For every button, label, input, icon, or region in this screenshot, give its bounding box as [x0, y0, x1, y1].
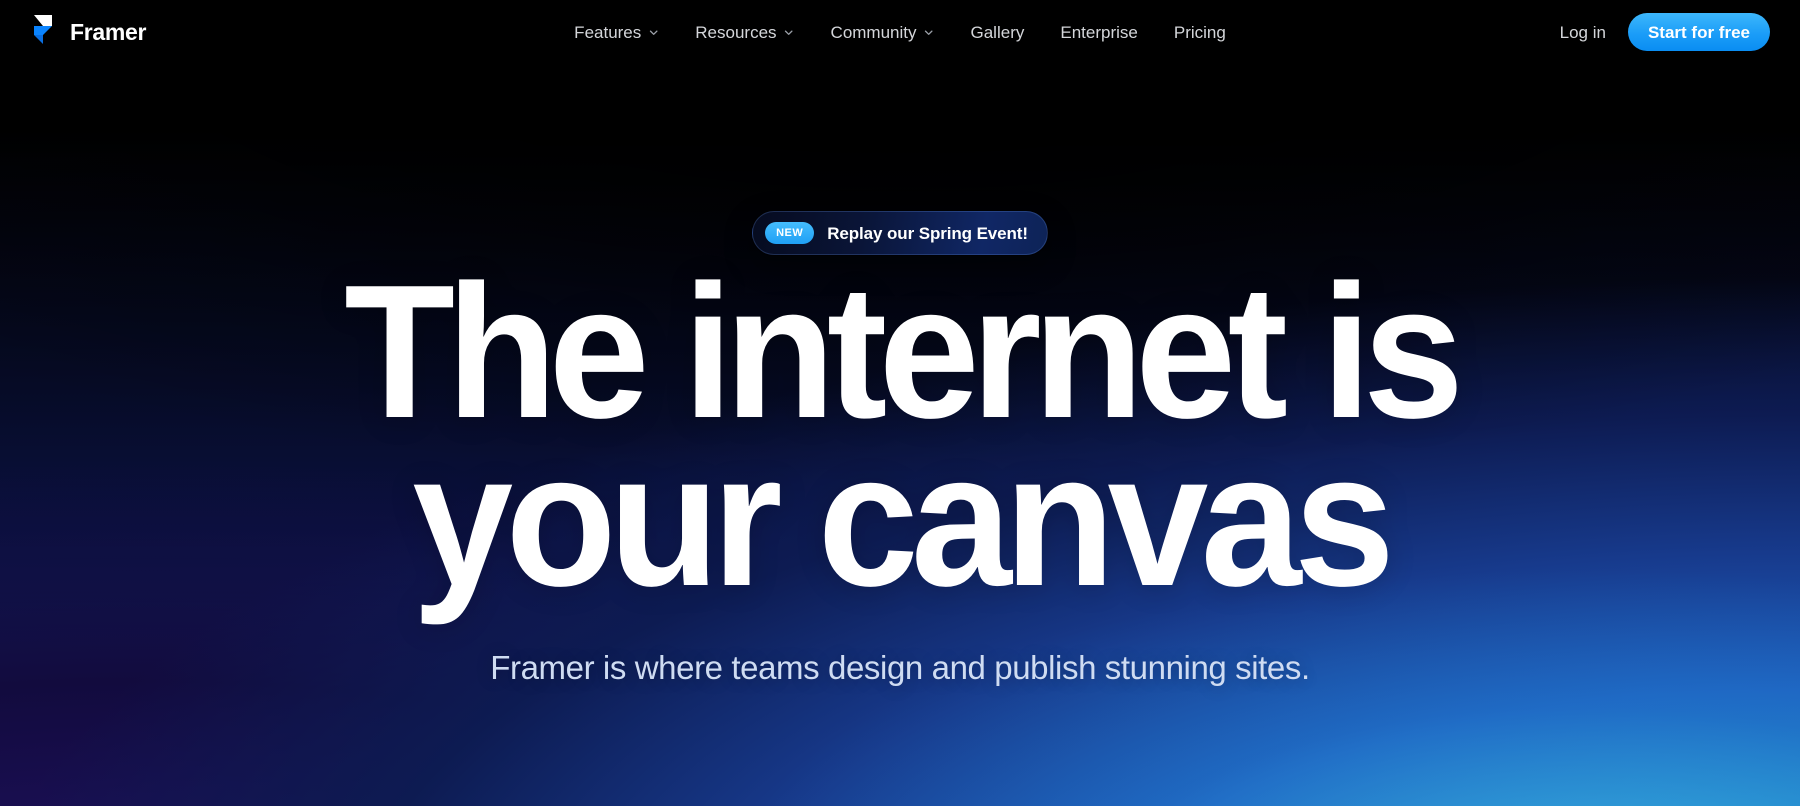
- login-link[interactable]: Log in: [1560, 24, 1606, 41]
- nav-item-label: Pricing: [1173, 22, 1226, 42]
- nav-actions: Log in Start for free: [1560, 13, 1770, 51]
- nav-links: Features Resources Community Gallery Ent…: [556, 16, 1244, 49]
- announcement-text: Replay our Spring Event!: [827, 223, 1028, 243]
- headline-line-2: your canvas: [412, 414, 1396, 627]
- chevron-down-icon: [785, 29, 793, 35]
- brand-home-link[interactable]: Framer: [30, 13, 146, 51]
- nav-item-features[interactable]: Features: [556, 16, 677, 49]
- nav-item-pricing[interactable]: Pricing: [1156, 16, 1244, 49]
- main-navbar: Framer Features Resources Community Gall…: [0, 0, 1800, 64]
- new-badge: NEW: [765, 222, 815, 244]
- nav-item-gallery[interactable]: Gallery: [953, 16, 1043, 49]
- nav-item-community[interactable]: Community: [813, 16, 953, 49]
- nav-item-label: Community: [830, 22, 917, 42]
- framer-logo-icon: [30, 13, 56, 51]
- headline-line-1: The internet is: [344, 246, 1464, 458]
- nav-item-resources[interactable]: Resources: [677, 16, 812, 49]
- framer-landing-page: Framer Features Resources Community Gall…: [0, 0, 1800, 806]
- start-for-free-button[interactable]: Start for free: [1627, 13, 1770, 51]
- hero-content: The internet is your canvas Framer is wh…: [0, 246, 1800, 688]
- chevron-down-icon: [649, 29, 658, 35]
- chevron-down-icon: [925, 29, 933, 35]
- nav-item-label: Features: [574, 22, 642, 42]
- nav-item-label: Resources: [695, 22, 777, 42]
- nav-item-label: Gallery: [970, 22, 1025, 42]
- brand-name: Framer: [70, 18, 147, 45]
- nav-item-label: Enterprise: [1060, 22, 1138, 42]
- nav-item-enterprise[interactable]: Enterprise: [1042, 16, 1155, 49]
- hero-subheadline: Framer is where teams design and publish…: [490, 649, 1310, 687]
- page-title: The internet is your canvas: [344, 246, 1464, 627]
